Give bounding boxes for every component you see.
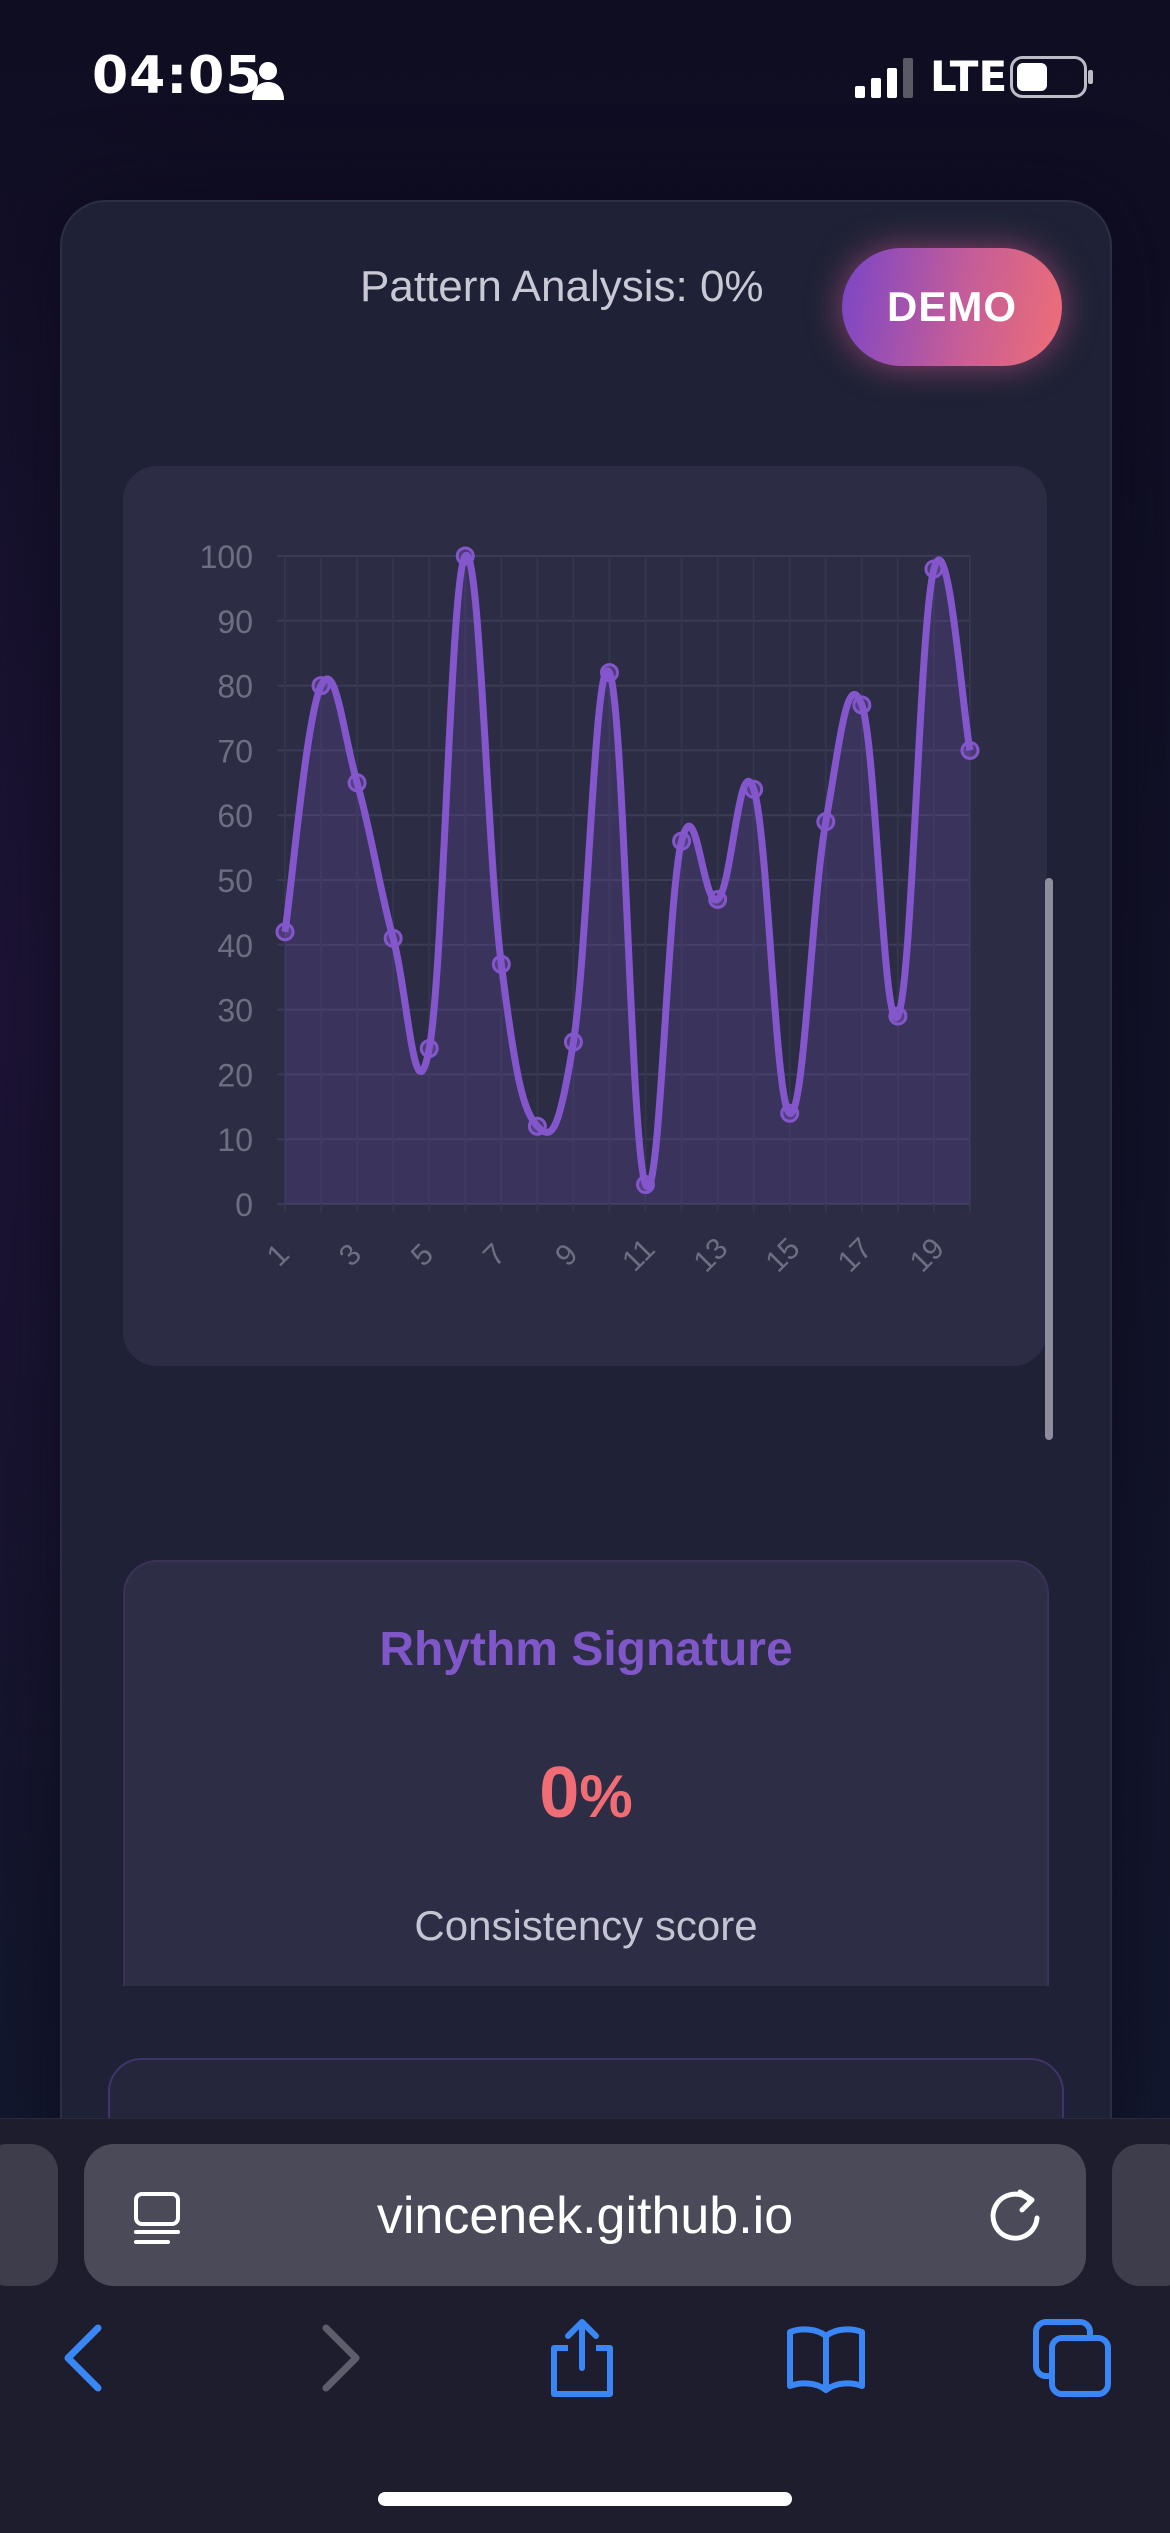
y-tick-label: 80 xyxy=(217,669,253,705)
share-icon[interactable] xyxy=(542,2318,622,2398)
battery-icon xyxy=(1010,56,1093,98)
y-tick-label: 30 xyxy=(217,993,253,1029)
rhythm-score: 0% xyxy=(125,1752,1047,1834)
data-point[interactable] xyxy=(816,812,836,832)
data-point[interactable] xyxy=(383,928,403,948)
next-tab-preview[interactable] xyxy=(1112,2144,1170,2286)
chart-panel: 0 10 20 30 40 50 60 70 80 90 100 1 3 5 7 9 11 13 15 17 19 xyxy=(123,466,1047,1366)
line-chart: 0102030405060708090100 1 3 5 7 9 11 13 15 17 19 xyxy=(200,539,980,1279)
data-point[interactable] xyxy=(636,1175,656,1195)
person-icon xyxy=(252,62,284,100)
y-tick-label: 70 xyxy=(217,733,253,769)
network-label: LTE xyxy=(930,52,1008,101)
x-tick-label: 7 xyxy=(477,1238,512,1273)
y-tick-label: 20 xyxy=(217,1057,253,1093)
y-tick-label: 90 xyxy=(217,604,253,640)
status-time: 04:05 xyxy=(92,46,263,106)
x-tick-label: 19 xyxy=(904,1232,951,1279)
y-tick-label: 40 xyxy=(217,928,253,964)
data-point[interactable] xyxy=(744,779,764,799)
data-point[interactable] xyxy=(924,559,944,579)
x-tick-label: 13 xyxy=(687,1232,734,1279)
signal-icon xyxy=(855,58,913,98)
y-tick-label: 10 xyxy=(217,1122,253,1158)
previous-tab-preview[interactable] xyxy=(0,2144,58,2286)
x-tick-label: 17 xyxy=(832,1232,879,1279)
x-tick-label: 5 xyxy=(405,1238,440,1273)
forward-icon[interactable] xyxy=(298,2318,378,2398)
data-point[interactable] xyxy=(311,676,331,696)
data-point[interactable] xyxy=(419,1038,439,1058)
y-tick-label: 50 xyxy=(217,863,253,899)
x-tick-label: 11 xyxy=(616,1233,661,1278)
bookmarks-icon[interactable] xyxy=(786,2318,866,2398)
address-bar[interactable]: vincenek.github.io xyxy=(84,2144,1086,2286)
data-point[interactable] xyxy=(852,695,872,715)
y-tick-label: 100 xyxy=(200,539,253,575)
data-point[interactable] xyxy=(275,922,295,942)
back-icon[interactable] xyxy=(46,2318,126,2398)
data-point[interactable] xyxy=(563,1032,583,1052)
x-tick-label: 15 xyxy=(760,1232,807,1279)
data-point[interactable] xyxy=(599,663,619,683)
rhythm-signature-card: Rhythm Signature 0% Consistency score xyxy=(123,1560,1049,1986)
data-point[interactable] xyxy=(527,1116,547,1136)
y-tick-label: 0 xyxy=(235,1187,253,1223)
data-point[interactable] xyxy=(780,1103,800,1123)
rhythm-score-unit: % xyxy=(579,1763,633,1830)
status-bar: 04:05 LTE xyxy=(0,0,1170,150)
data-point[interactable] xyxy=(347,773,367,793)
data-point[interactable] xyxy=(672,831,692,851)
x-tick-label: 1 xyxy=(261,1238,296,1273)
rhythm-score-value: 0 xyxy=(539,1753,580,1833)
rhythm-caption: Consistency score xyxy=(414,1902,758,1949)
demo-button[interactable]: DEMO xyxy=(842,248,1062,366)
rhythm-title: Rhythm Signature xyxy=(379,1623,793,1676)
data-point[interactable] xyxy=(491,954,511,974)
x-tick-label: 9 xyxy=(549,1238,584,1273)
pattern-analysis-label: Pattern Analysis: 0% xyxy=(360,262,764,311)
url-text[interactable]: vincenek.github.io xyxy=(84,2186,1086,2246)
data-point[interactable] xyxy=(888,1006,908,1026)
tabs-icon[interactable] xyxy=(1032,2318,1112,2398)
reload-icon[interactable] xyxy=(984,2184,1046,2246)
x-tick-label: 3 xyxy=(333,1238,368,1273)
y-tick-label: 60 xyxy=(217,798,253,834)
data-point[interactable] xyxy=(708,889,728,909)
data-point[interactable] xyxy=(455,546,475,566)
scrollbar[interactable] xyxy=(1045,878,1053,1440)
home-indicator xyxy=(378,2492,792,2506)
data-point[interactable] xyxy=(960,740,980,760)
